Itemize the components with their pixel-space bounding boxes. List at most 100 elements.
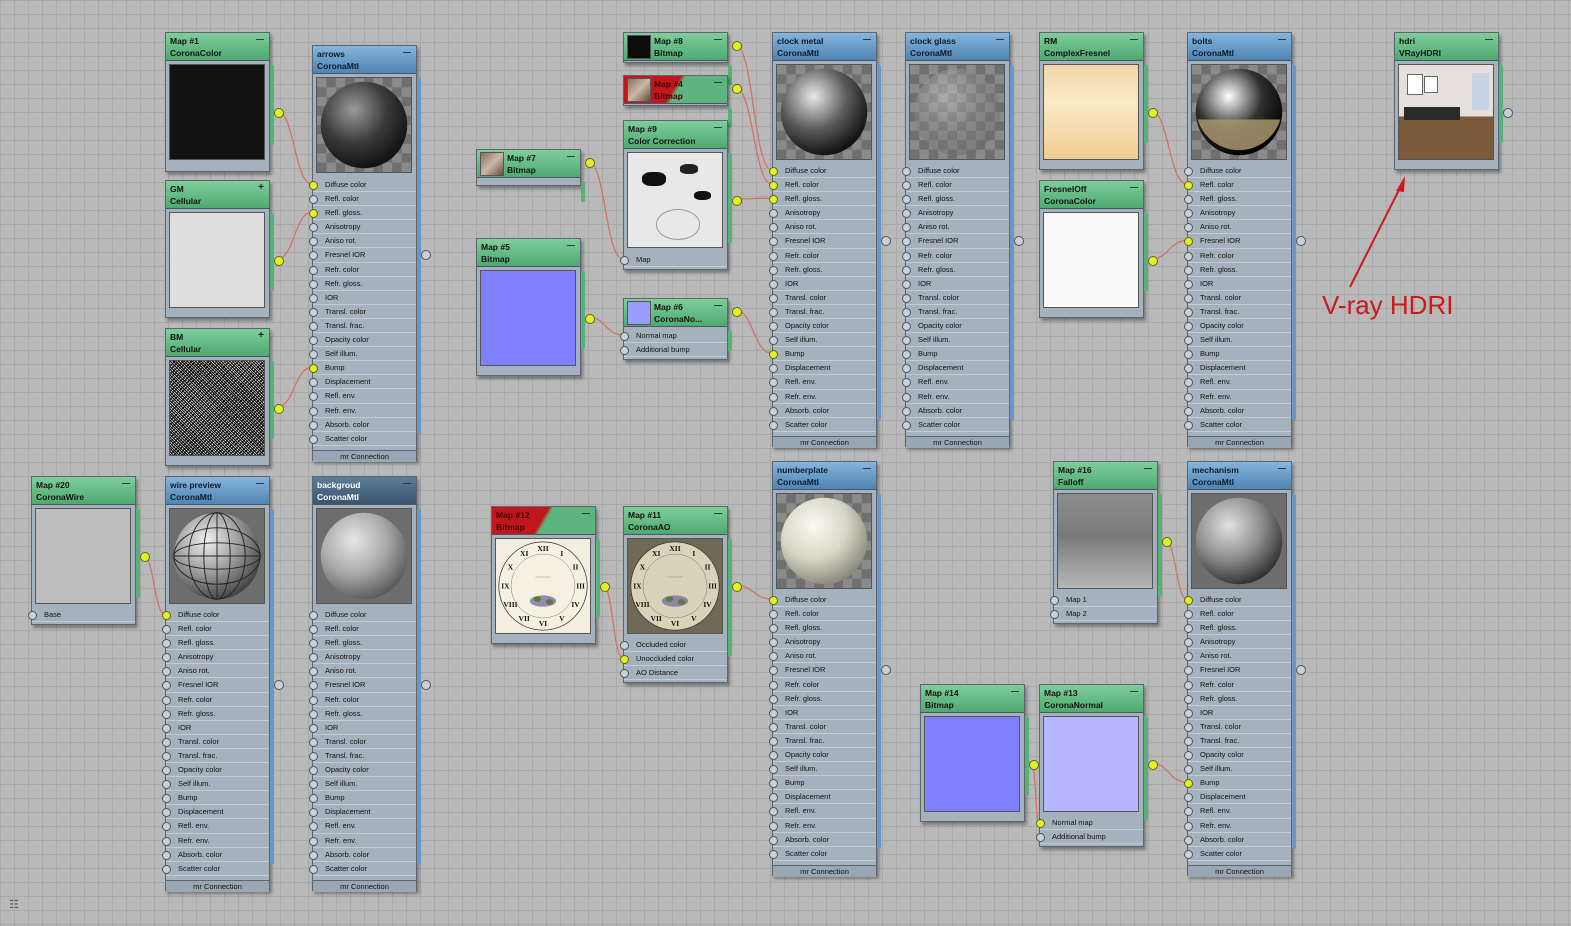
input-slot[interactable]: Aniso rot. bbox=[309, 664, 416, 679]
input-socket[interactable] bbox=[162, 864, 171, 874]
input-slot[interactable]: Refr. gloss. bbox=[309, 707, 416, 721]
mr-connection-bar[interactable]: mr Connection bbox=[1188, 864, 1291, 877]
input-socket[interactable] bbox=[28, 611, 37, 620]
input-socket[interactable] bbox=[309, 223, 318, 233]
input-slot[interactable]: Absorb. color bbox=[309, 418, 416, 432]
output-socket[interactable] bbox=[1029, 760, 1039, 770]
input-socket[interactable] bbox=[1184, 708, 1193, 718]
input-socket[interactable] bbox=[902, 378, 911, 388]
input-socket[interactable] bbox=[769, 751, 778, 761]
input-socket[interactable] bbox=[769, 167, 778, 176]
input-slot[interactable]: Refl. color bbox=[902, 178, 1009, 193]
collapse-icon[interactable]: — bbox=[1144, 465, 1152, 473]
input-socket[interactable] bbox=[902, 181, 911, 191]
input-slot[interactable]: Transl. color bbox=[769, 720, 876, 734]
input-socket[interactable] bbox=[769, 765, 778, 775]
input-slot[interactable]: Fresnel IOR bbox=[769, 234, 876, 249]
input-socket[interactable] bbox=[309, 639, 318, 649]
input-slot[interactable]: Transl. color bbox=[1184, 291, 1291, 305]
expand-icon[interactable]: + bbox=[258, 331, 264, 341]
node-header[interactable]: Map #1 CoronaColor — bbox=[166, 33, 269, 61]
input-socket[interactable] bbox=[769, 624, 778, 634]
mr-connection-bar[interactable]: mr Connection bbox=[773, 435, 876, 448]
node-map20[interactable]: Map #20 CoronaWire — Base bbox=[28, 476, 150, 626]
input-socket[interactable] bbox=[309, 336, 318, 346]
input-slot[interactable]: Refl. gloss. bbox=[769, 621, 876, 636]
input-slot[interactable]: Anisotropy bbox=[769, 206, 876, 221]
input-slot[interactable]: Refl. color bbox=[309, 192, 416, 207]
input-slot[interactable]: Absorb. color bbox=[769, 404, 876, 418]
output-socket[interactable] bbox=[600, 582, 610, 592]
input-slot[interactable]: Absorb. color bbox=[902, 404, 1009, 418]
node-map12[interactable]: Map #12 Bitmap — XII I II III IV V VI VII VIII IX X XI… bbox=[491, 506, 610, 644]
node-header[interactable]: hdri VRayHDRI — bbox=[1395, 33, 1498, 61]
input-slot[interactable]: Transl. frac. bbox=[769, 734, 876, 749]
input-slot[interactable]: Self illum. bbox=[162, 777, 269, 792]
output-socket[interactable] bbox=[585, 158, 595, 168]
input-slot[interactable]: Refl. env. bbox=[902, 375, 1009, 390]
input-socket[interactable] bbox=[902, 265, 911, 275]
input-slot[interactable]: Diffuse color bbox=[162, 608, 269, 623]
input-socket[interactable] bbox=[1184, 610, 1193, 620]
input-socket[interactable] bbox=[309, 681, 318, 691]
input-socket[interactable] bbox=[309, 625, 318, 635]
node-map8[interactable]: Map #8 Bitmap — bbox=[623, 32, 742, 85]
collapse-icon[interactable]: — bbox=[863, 465, 871, 473]
input-socket[interactable] bbox=[1184, 779, 1193, 789]
input-socket[interactable] bbox=[162, 709, 171, 719]
node-gm[interactable]: GM Cellular + bbox=[165, 180, 284, 318]
input-socket[interactable] bbox=[1184, 652, 1193, 662]
node-bolts[interactable]: bolts CoronaMtl — Diffuse color Refl. color R… bbox=[1184, 32, 1306, 448]
input-socket[interactable] bbox=[309, 836, 318, 846]
node-header[interactable]: Map #9 Color Correction — bbox=[624, 121, 727, 149]
input-socket[interactable] bbox=[902, 195, 911, 205]
input-slot[interactable]: Refr. gloss. bbox=[309, 277, 416, 291]
input-slot[interactable]: IOR bbox=[309, 291, 416, 305]
input-socket[interactable] bbox=[769, 336, 778, 346]
input-slot[interactable]: Absorb. color bbox=[1184, 833, 1291, 847]
node-bm[interactable]: BM Cellular + bbox=[165, 328, 284, 466]
input-slot[interactable]: Fresnel IOR bbox=[309, 248, 416, 263]
input-slot[interactable]: Opacity color bbox=[902, 319, 1009, 334]
collapse-icon[interactable]: — bbox=[1130, 688, 1138, 696]
input-slot[interactable]: Diffuse color bbox=[309, 178, 416, 193]
node-header[interactable]: Map #8 Bitmap — bbox=[624, 33, 727, 61]
node-backgroud[interactable]: backgroud CoronaMtl — Diffuse color Refl. co… bbox=[309, 476, 431, 892]
input-slot[interactable]: Refl. gloss. bbox=[162, 636, 269, 651]
mr-connection-bar[interactable]: mr Connection bbox=[313, 449, 416, 462]
input-slot[interactable]: Opacity color bbox=[309, 763, 416, 778]
input-slot[interactable]: Scatter color bbox=[162, 862, 269, 876]
input-slot[interactable]: Displacement bbox=[1184, 361, 1291, 376]
input-socket[interactable] bbox=[620, 346, 629, 356]
collapse-icon[interactable]: — bbox=[403, 480, 411, 488]
input-socket[interactable] bbox=[1184, 322, 1193, 332]
input-slot[interactable]: Displacement bbox=[162, 805, 269, 820]
input-socket[interactable] bbox=[902, 406, 911, 416]
input-socket[interactable] bbox=[1184, 751, 1193, 761]
input-slot[interactable]: Bump bbox=[309, 791, 416, 806]
node-header[interactable]: bolts CoronaMtl — bbox=[1188, 33, 1291, 61]
input-slot[interactable]: Anisotropy bbox=[309, 220, 416, 235]
mr-connection-bar[interactable]: mr Connection bbox=[166, 879, 269, 892]
input-slot[interactable]: Aniso rot. bbox=[162, 664, 269, 679]
output-socket[interactable] bbox=[585, 314, 595, 324]
input-slot[interactable]: Refl. color bbox=[769, 607, 876, 622]
input-slot[interactable]: Bump bbox=[1184, 776, 1291, 791]
output-socket[interactable] bbox=[1148, 760, 1158, 770]
input-slot[interactable]: Diffuse color bbox=[1184, 593, 1291, 608]
input-socket[interactable] bbox=[309, 751, 318, 761]
input-socket[interactable] bbox=[769, 708, 778, 718]
input-socket[interactable] bbox=[769, 736, 778, 746]
input-socket[interactable] bbox=[1184, 251, 1193, 261]
node-map13[interactable]: Map #13 CoronaNormal — Normal map Additional… bbox=[1036, 684, 1158, 848]
input-socket[interactable] bbox=[902, 293, 911, 303]
input-socket[interactable] bbox=[1184, 821, 1193, 831]
input-slot[interactable]: Transl. frac. bbox=[769, 305, 876, 320]
input-slot[interactable]: IOR bbox=[162, 721, 269, 735]
input-slot[interactable]: Additional bump bbox=[1036, 830, 1143, 845]
expand-icon[interactable]: + bbox=[258, 183, 264, 193]
input-socket[interactable] bbox=[162, 751, 171, 761]
node-fresneloff[interactable]: FresnelOff CoronaColor — bbox=[1039, 180, 1158, 318]
input-socket[interactable] bbox=[1184, 722, 1193, 732]
mr-connection-bar[interactable]: mr Connection bbox=[1188, 435, 1291, 448]
